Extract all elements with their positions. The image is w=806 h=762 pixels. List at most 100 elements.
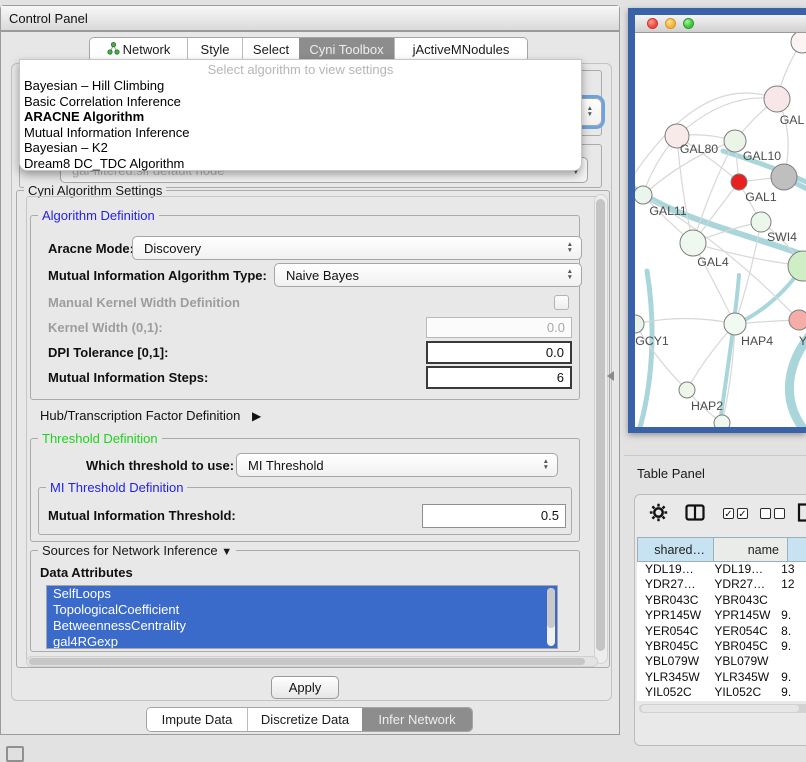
mi-steps-field[interactable]: 6 — [426, 366, 572, 389]
column-header-a[interactable]: A — [788, 537, 806, 562]
sources-title[interactable]: Sources for Network Inference ▼ — [38, 543, 236, 558]
table-row[interactable]: YBL079WYBL079W — [637, 654, 806, 669]
dropdown-item-bayesian-hill-climbing[interactable]: Bayesian – Hill Climbing — [20, 78, 581, 94]
table-row[interactable]: YBR043CYBR043C — [637, 593, 806, 608]
network-node-swi4[interactable] — [751, 212, 771, 232]
node-attribute-table: shared…nameA YDL19…YDL19…13YDR27…YDR27…1… — [637, 537, 806, 701]
column-header-shared[interactable]: shared… — [637, 537, 714, 562]
table-row[interactable]: YLR345WYLR345W9. — [637, 670, 806, 685]
table-horizontal-scrollbar[interactable] — [639, 704, 806, 713]
dropdown-item-mutual-information-inference[interactable]: Mutual Information Inference — [20, 125, 581, 141]
apply-button[interactable]: Apply — [271, 676, 339, 699]
which-threshold-value: MI Threshold — [248, 454, 324, 476]
mi-type-combobox[interactable]: Naive Bayes ▲▼ — [274, 263, 582, 287]
table-row[interactable]: YPR145WYPR145W9. — [637, 608, 806, 623]
table-cell — [773, 654, 806, 669]
dpi-tolerance-field[interactable]: 0.0 — [426, 341, 572, 364]
manual-kernel-checkbox[interactable] — [554, 295, 569, 310]
table-row[interactable]: YIL052CYIL052C9. — [637, 685, 806, 700]
scrollbar-thumb[interactable] — [641, 705, 799, 712]
table-cell: 9. — [773, 608, 806, 623]
network-canvas[interactable]: GALGAL80GAL10GAL1GAL11SWI4GAL4YGCY1HAP4H… — [635, 33, 806, 427]
zoom-window-icon[interactable] — [683, 18, 694, 29]
column-header-name[interactable]: name — [714, 537, 788, 562]
table-cell: YDL19… — [706, 562, 773, 577]
network-node-gal4[interactable] — [680, 230, 706, 256]
attribute-item-betweennesscentrality[interactable]: BetweennessCentrality — [47, 618, 557, 634]
table-cell: YBL079W — [637, 654, 706, 669]
hub-definition-expander[interactable]: Hub/Transcription Factor Definition ▶ — [40, 408, 261, 423]
table-cell: YDR27… — [637, 577, 706, 592]
aracne-mode-value: Discovery — [144, 237, 201, 259]
tab-label: Infer Network — [378, 712, 455, 727]
tab-cyni-toolbox[interactable]: Cyni Toolbox — [299, 38, 394, 61]
settings-vertical-scrollbar[interactable] — [594, 194, 608, 664]
dropdown-item-bayesian-k2[interactable]: Bayesian – K2 — [20, 140, 581, 156]
tab-discretize-data[interactable]: Discretize Data — [247, 708, 362, 731]
scrollbar-thumb[interactable] — [596, 199, 605, 651]
node-label: HAP4 — [741, 334, 773, 348]
control-panel-window: Control Panel × NetworkStyleSelectCyni T… — [0, 5, 620, 735]
data-attributes-list[interactable]: SelfLoopsTopologicalCoefficientBetweenne… — [46, 585, 558, 649]
dropdown-item-aracne-algorithm[interactable]: ARACNE Algorithm — [20, 109, 581, 125]
minimize-window-icon[interactable] — [665, 18, 676, 29]
floating-panel-icon[interactable] — [6, 746, 24, 762]
scrollbar-thumb[interactable] — [29, 658, 585, 665]
network-node[interactable] — [714, 415, 730, 427]
deselect-all-columns-icon[interactable] — [760, 508, 785, 519]
expand-arrow-icon[interactable]: ▶ — [252, 409, 261, 423]
attribute-item-topologicalcoefficient[interactable]: TopologicalCoefficient — [47, 602, 557, 618]
network-node-y[interactable] — [789, 310, 806, 330]
table-cell: YBL079W — [706, 654, 773, 669]
table-cell: YIL052C — [637, 685, 706, 700]
columns-icon[interactable] — [685, 504, 705, 526]
node-label: SWI4 — [767, 230, 797, 244]
table-cell: YPR145W — [637, 608, 706, 623]
network-node-hap4[interactable] — [724, 313, 746, 335]
dropdown-item-basic-correlation-inference[interactable]: Basic Correlation Inference — [20, 94, 581, 110]
tab-select[interactable]: Select — [242, 38, 299, 61]
network-node-gcy1[interactable] — [635, 315, 644, 333]
table-row[interactable]: YER054CYER054C8. — [637, 624, 806, 639]
tab-infer-network[interactable]: Infer Network — [362, 708, 472, 731]
scrollbar-thumb[interactable] — [547, 588, 555, 628]
network-node[interactable] — [788, 251, 806, 281]
attribute-item-gal4rgexp[interactable]: gal4RGexp — [47, 634, 557, 649]
mi-steps-label: Mutual Information Steps: — [48, 370, 208, 385]
aracne-mode-combobox[interactable]: Discovery ▲▼ — [132, 236, 582, 260]
tab-jactivemnodules[interactable]: jActiveMNodules — [394, 38, 527, 61]
table-row[interactable]: YDR27…YDR27…12 — [637, 577, 806, 592]
threshold-definition-title: Threshold Definition — [38, 431, 162, 446]
document-icon[interactable] — [797, 503, 806, 527]
network-node-gal[interactable] — [764, 86, 790, 112]
tab-impute-data[interactable]: Impute Data — [147, 708, 247, 731]
table-cell: YBR043C — [706, 593, 773, 608]
network-node-hap2[interactable] — [679, 382, 695, 398]
table-cell: 13 — [773, 562, 806, 577]
network-node[interactable] — [771, 164, 797, 190]
table-row[interactable]: YDL19…YDL19…13 — [637, 562, 806, 577]
mi-type-label: Mutual Information Algorithm Type: — [48, 268, 267, 283]
close-window-icon[interactable] — [647, 18, 658, 29]
panel-collapse-grip[interactable] — [607, 371, 614, 381]
tab-network[interactable]: Network — [90, 38, 187, 61]
mi-threshold-field[interactable]: 0.5 — [422, 504, 566, 528]
control-panel-titlebar[interactable]: Control Panel × — [1, 6, 619, 32]
network-node[interactable] — [791, 33, 806, 53]
dropdown-item-dream8-dc-tdc-algorithm[interactable]: Dream8 DC_TDC Algorithm — [20, 156, 581, 172]
network-graph[interactable]: GALGAL80GAL10GAL1GAL11SWI4GAL4YGCY1HAP4H… — [635, 33, 806, 427]
kernel-width-field[interactable]: 0.0 — [426, 317, 572, 338]
select-all-columns-icon[interactable]: ✓ ✓ — [723, 508, 748, 519]
unchecked-checkbox-icon — [760, 508, 771, 519]
which-threshold-combobox[interactable]: MI Threshold ▲▼ — [236, 453, 558, 477]
tab-style[interactable]: Style — [187, 38, 242, 61]
attribute-item-selfloops[interactable]: SelfLoops — [47, 586, 557, 602]
network-window-titlebar[interactable] — [635, 15, 806, 33]
list-scrollbar[interactable] — [547, 588, 555, 646]
settings-horizontal-scrollbar[interactable] — [26, 656, 598, 667]
collapse-arrow-icon[interactable]: ▼ — [221, 546, 232, 558]
table-row[interactable]: YBR045CYBR045C9. — [637, 639, 806, 654]
network-node-gal1[interactable] — [731, 174, 747, 190]
gear-icon[interactable] — [649, 503, 668, 527]
network-node-gal11[interactable] — [635, 186, 652, 204]
